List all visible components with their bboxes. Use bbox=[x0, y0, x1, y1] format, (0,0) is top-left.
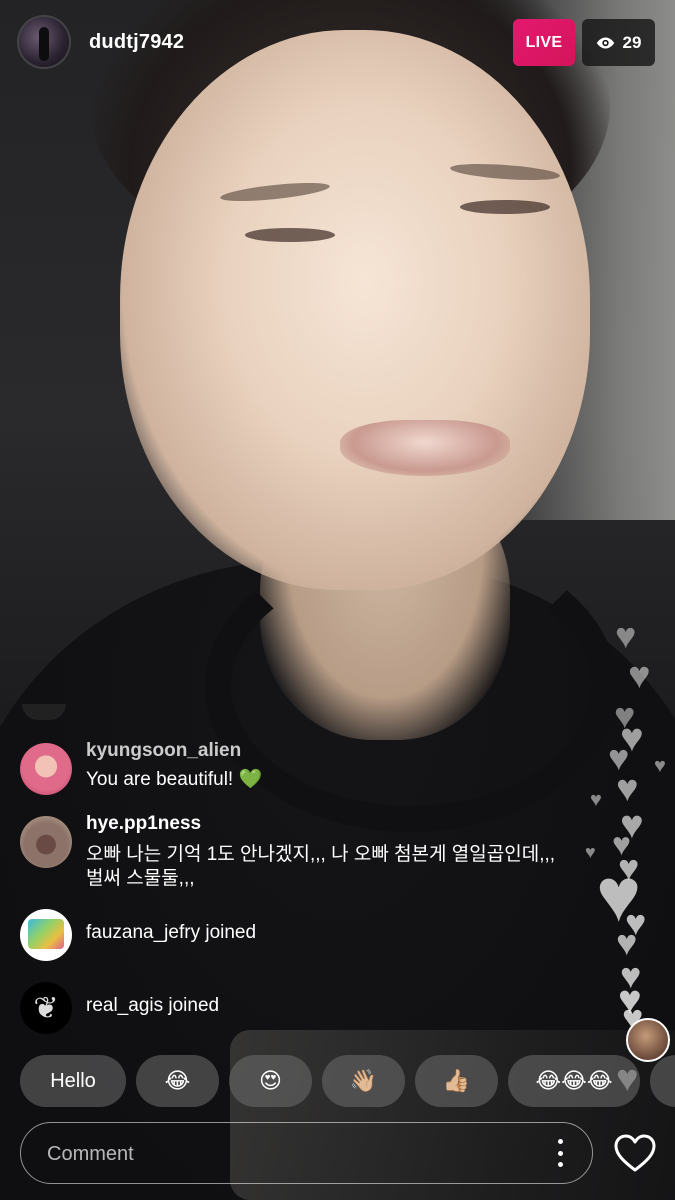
quick-reply-wave[interactable]: 👋🏼 bbox=[322, 1055, 405, 1107]
more-vertical-icon[interactable] bbox=[556, 1139, 564, 1167]
joiner-avatar[interactable] bbox=[20, 909, 72, 961]
comment-username[interactable]: hye.pp1ness bbox=[86, 813, 201, 835]
quick-reply-label: 👍🏼 bbox=[442, 1068, 471, 1093]
quick-reply-heart-eyes[interactable]: 😍 bbox=[229, 1055, 312, 1107]
comment-text: You are beautiful! 💚 bbox=[86, 769, 263, 790]
quick-reply-label: Hello bbox=[50, 1069, 96, 1092]
join-notice: fauzana_jefry joined bbox=[20, 909, 540, 961]
comment-username[interactable]: kyungsoon_alien bbox=[86, 740, 241, 762]
commenter-avatar[interactable] bbox=[20, 743, 72, 795]
quick-reply-laugh[interactable]: 😂 bbox=[136, 1055, 219, 1107]
faded-comment bbox=[20, 698, 320, 726]
host-username[interactable]: dudtj7942 bbox=[89, 31, 184, 54]
eye-icon bbox=[596, 36, 614, 49]
quick-reply-label: 👋🏼 bbox=[349, 1068, 378, 1093]
comment-item: kyungsoon_alien You are beautiful! 💚 bbox=[20, 740, 580, 796]
comment-placeholder: Comment bbox=[47, 1143, 134, 1165]
heart-outline-icon bbox=[614, 1134, 656, 1172]
heart-icon: ♥ bbox=[615, 615, 637, 656]
quick-reply-thumbs-up[interactable]: 👍🏼 bbox=[415, 1055, 498, 1107]
viewer-count-badge[interactable]: 29 bbox=[582, 19, 655, 66]
commenter-avatar[interactable] bbox=[20, 816, 72, 868]
quick-reply-more[interactable] bbox=[650, 1055, 675, 1107]
join-notice: ❦ real_agis joined bbox=[20, 982, 540, 1034]
host-avatar[interactable] bbox=[19, 17, 69, 67]
heart-icon: ♥ bbox=[590, 789, 602, 811]
heart-icon: ♥ bbox=[585, 842, 596, 862]
quick-reply-label: 😂 bbox=[164, 1068, 191, 1093]
comment-text-line2: 벌써 스물둘,,, bbox=[86, 868, 195, 889]
like-button[interactable] bbox=[613, 1133, 657, 1173]
quick-reply-hello[interactable]: Hello bbox=[20, 1055, 126, 1107]
quick-reply-triple-laugh[interactable]: 😂😂😂 bbox=[508, 1055, 640, 1107]
join-text: fauzana_jefry joined bbox=[86, 922, 257, 943]
heart-icon: ♥ bbox=[654, 755, 666, 777]
comment-text: 오빠 나는 기억 1도 안나겠지,,, 나 오빠 첨본게 열일곱인데,,, bbox=[86, 844, 556, 865]
viewer-count: 29 bbox=[622, 32, 642, 52]
butterfly-icon: ❦ bbox=[33, 991, 59, 1025]
live-badge: LIVE bbox=[513, 19, 575, 66]
joiner-avatar[interactable]: ❦ bbox=[20, 982, 72, 1034]
comment-input[interactable]: Comment bbox=[20, 1122, 593, 1184]
heart-icon: ♥ bbox=[628, 655, 651, 697]
quick-reply-label: 😍 bbox=[259, 1068, 282, 1093]
join-text: real_agis joined bbox=[86, 995, 220, 1016]
quick-reactions: Hello 😂 😍 👋🏼 👍🏼 😂😂😂 bbox=[20, 1055, 675, 1107]
top-bar: dudtj7942 LIVE 29 bbox=[0, 0, 675, 90]
quick-reply-label: 😂😂😂 bbox=[535, 1068, 613, 1093]
comment-item: hye.pp1ness 오빠 나는 기억 1도 안나겠지,,, 나 오빠 첨본게… bbox=[20, 813, 580, 893]
